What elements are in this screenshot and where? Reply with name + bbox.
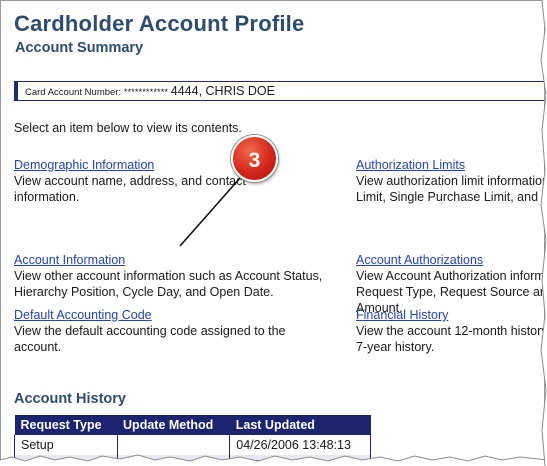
card-account-bar: Card Account Number: ************ 4444, … bbox=[14, 81, 544, 101]
item-description: View the account 12-month history, analy… bbox=[356, 324, 544, 354]
intro-text: Select an item below to view its content… bbox=[14, 121, 242, 135]
item-authorization-limits: Authorization Limits View authorization … bbox=[356, 157, 544, 205]
card-account-label: Card Account Number: bbox=[25, 87, 122, 98]
column-header-update-method: Update Method bbox=[117, 415, 230, 435]
torn-bottom-edge bbox=[0, 454, 547, 466]
link-account-information[interactable]: Account Information bbox=[14, 252, 349, 268]
column-header-request-type: Request Type bbox=[14, 415, 118, 435]
section-title-account-summary: Account Summary bbox=[15, 40, 144, 56]
page-title: Cardholder Account Profile bbox=[14, 11, 305, 36]
torn-right-edge bbox=[540, 0, 547, 466]
link-account-authorizations[interactable]: Account Authorizations bbox=[356, 252, 544, 268]
link-financial-history[interactable]: Financial History bbox=[356, 307, 544, 323]
item-description: View the default accounting code assigne… bbox=[14, 324, 286, 354]
section-title-account-history: Account History bbox=[14, 391, 126, 407]
item-account-information: Account Information View other account i… bbox=[14, 252, 349, 300]
callout-number-badge: 3 bbox=[231, 135, 278, 182]
item-financial-history: Financial History View the account 12-mo… bbox=[356, 307, 544, 355]
page-frame: Cardholder Account Profile Account Summa… bbox=[0, 0, 545, 464]
item-description: View other account information such as A… bbox=[14, 269, 323, 299]
card-account-value: 4444, CHRIS DOE bbox=[170, 84, 275, 98]
column-header-last-updated: Last Updated bbox=[229, 415, 371, 435]
item-description: View authorization limit information, su… bbox=[356, 174, 544, 204]
link-authorization-limits[interactable]: Authorization Limits bbox=[356, 157, 544, 173]
table-header-row: Request Type Update Method Last Updated bbox=[14, 415, 371, 435]
item-default-accounting-code: Default Accounting Code View the default… bbox=[14, 307, 314, 355]
card-account-mask: ************ bbox=[123, 87, 169, 98]
link-default-accounting-code[interactable]: Default Accounting Code bbox=[14, 307, 314, 323]
